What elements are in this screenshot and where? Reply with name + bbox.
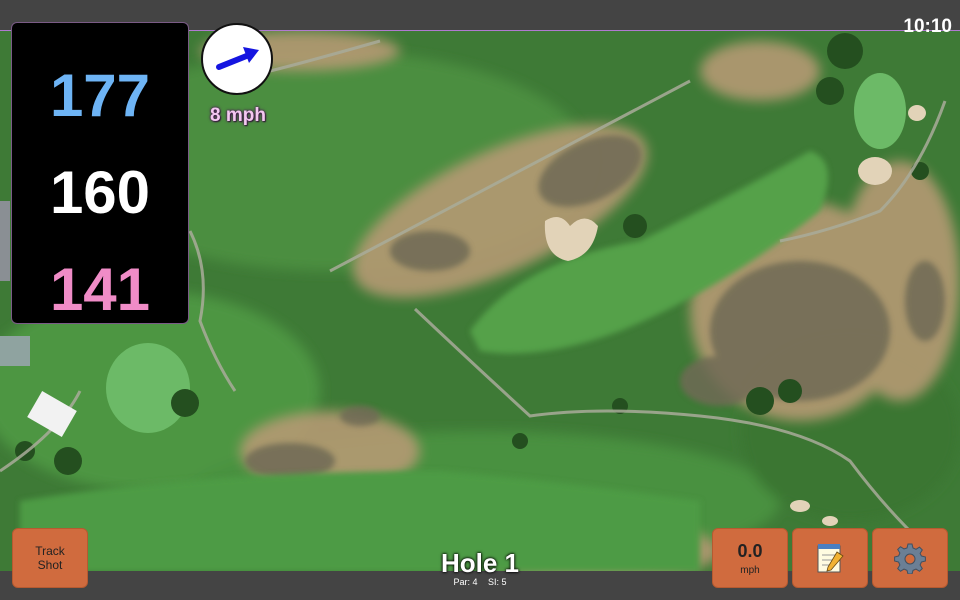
wind-direction-arrow-icon [216,47,259,70]
track-shot-label-line1: Track [35,544,65,558]
speed-button[interactable]: 0.0 mph [712,528,788,588]
hole-title: Hole 1 [440,548,520,578]
notes-button[interactable] [792,528,868,588]
notepad-icon [817,544,844,573]
settings-button[interactable] [872,528,948,588]
center-distance: 160 [49,159,151,226]
wind-indicator [201,23,273,95]
back-distance: 177 [49,62,151,129]
wind-speed-label: 8 mph [210,105,266,126]
track-shot-label-line2: Shot [37,558,63,572]
front-distance: 141 [49,256,151,323]
gear-icon [894,543,926,574]
track-shot-button[interactable]: Track Shot [12,528,88,588]
clock: 10:10 [903,16,952,37]
speed-unit: mph [740,564,760,576]
hole-info: Par: 4 SI: 5 [400,577,560,587]
speed-value: 0.0 [737,540,763,561]
hole-stroke-index: SI: 5 [488,577,507,587]
hole-par: Par: 4 [453,577,478,587]
distance-panel: 177 160 141 [12,23,188,323]
